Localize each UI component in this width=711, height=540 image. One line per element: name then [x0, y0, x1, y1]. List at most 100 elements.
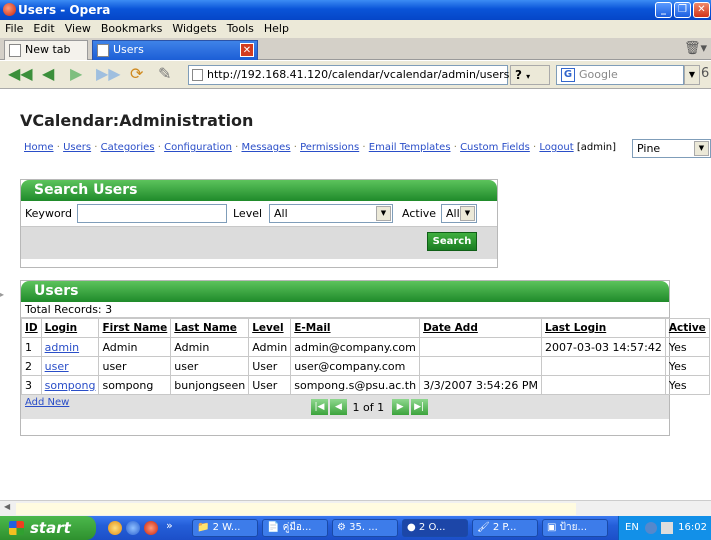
table-header-row: ID Login First Name Last Name Level E-Ma… [21, 318, 710, 338]
fast-forward-icon[interactable]: ▶▶ [96, 65, 121, 83]
active-select[interactable]: All ▼ [441, 204, 477, 223]
close-window-button[interactable]: ✕ [693, 2, 710, 18]
trash-icon[interactable]: 🗑▾ [684, 41, 707, 56]
taskbar-folder[interactable]: 📁 2 W... [192, 519, 258, 537]
edit-icon[interactable]: ✎ [158, 65, 171, 83]
language-indicator[interactable]: EN [625, 516, 639, 540]
search-button-row: Search [21, 227, 497, 259]
google-icon: G [561, 68, 575, 82]
taskbar-doc[interactable]: 📄 คู่มือ... [262, 519, 328, 537]
login-link[interactable]: user [45, 360, 69, 373]
taskbar-paint[interactable]: 🖌 2 P... [472, 519, 538, 537]
login-link[interactable]: admin [45, 341, 79, 354]
users-table: ID Login First Name Last Name Level E-Ma… [21, 318, 710, 395]
scrollbar-thumb[interactable] [16, 503, 576, 515]
quicklaunch-icon[interactable] [108, 521, 122, 535]
cell-last-login [541, 356, 666, 376]
more-icon[interactable]: » [166, 519, 173, 532]
cell-login: sompong [40, 375, 100, 395]
col-date-add[interactable]: Date Add [419, 318, 543, 338]
taskbar-label: 35. ... [349, 522, 378, 533]
site-info-button[interactable]: ? ▾ [510, 65, 550, 85]
nav-logout-link[interactable]: Logout [539, 142, 573, 153]
style-select[interactable]: Pine ▼ [632, 139, 711, 158]
last-page-icon[interactable]: ▶| [410, 399, 428, 415]
address-bar[interactable]: http://192.168.41.120/calendar/vcalendar… [188, 65, 534, 85]
menu-bookmarks[interactable]: Bookmarks [96, 22, 167, 35]
search-engine-input[interactable]: G Google [556, 65, 684, 85]
nav-custom-fields-link[interactable]: Custom Fields [460, 142, 530, 153]
page-title: VCalendar:Administration [20, 111, 254, 130]
col-last-name[interactable]: Last Name [170, 318, 250, 338]
close-tab-icon[interactable]: ✕ [240, 43, 254, 57]
keyword-input[interactable] [77, 204, 227, 223]
page-content: VCalendar:Administration Home · Users · … [10, 90, 711, 500]
menu-file[interactable]: File [0, 22, 28, 35]
taskbar-image[interactable]: ▣ ป้าย... [542, 519, 608, 537]
nav-permissions-link[interactable]: Permissions [300, 142, 359, 153]
forward-icon[interactable]: ▶ [70, 65, 82, 83]
col-login[interactable]: Login [40, 318, 100, 338]
prev-page-icon[interactable]: ◀ [330, 399, 347, 415]
col-last-login[interactable]: Last Login [541, 318, 666, 338]
cell-first-name: Admin [98, 337, 172, 357]
tab-new-tab[interactable]: New tab [4, 40, 88, 60]
start-button[interactable]: start [0, 516, 96, 540]
add-new-link[interactable]: Add New [25, 397, 69, 408]
maximize-button[interactable]: ❐ [674, 2, 691, 18]
page-icon [9, 44, 21, 57]
menu-tools[interactable]: Tools [222, 22, 259, 35]
cell-level: Admin [248, 337, 292, 357]
login-link[interactable]: sompong [45, 379, 96, 392]
table-row: 3 sompong sompong bunjongseen User sompo… [21, 375, 710, 395]
nav-users-link[interactable]: Users [63, 142, 91, 153]
menu-bar: File Edit View Bookmarks Widgets Tools Help [0, 20, 711, 38]
menu-edit[interactable]: Edit [28, 22, 59, 35]
taskbar-app[interactable]: ⚙ 35. ... [332, 519, 398, 537]
taskbar-opera[interactable]: ● 2 O... [402, 519, 468, 537]
col-id[interactable]: ID [21, 318, 42, 338]
nav-home-link[interactable]: Home [24, 142, 54, 153]
admin-nav: Home · Users · Categories · Configuratio… [24, 142, 616, 153]
search-button[interactable]: Search [427, 232, 477, 251]
zoom-icon[interactable]: 6 [701, 65, 709, 83]
menu-view[interactable]: View [60, 22, 96, 35]
menu-widgets[interactable]: Widgets [167, 22, 221, 35]
next-page-icon[interactable]: ▶ [391, 399, 409, 415]
taskbar-label: 2 W... [212, 522, 241, 533]
nav-messages-link[interactable]: Messages [241, 142, 290, 153]
table-row: 2 user user user User user@company.com Y… [21, 356, 710, 376]
active-label: Active [402, 207, 437, 220]
rewind-icon[interactable]: ◀◀ [8, 65, 33, 83]
col-active[interactable]: Active [664, 318, 710, 338]
system-tray: EN 16:02 [618, 516, 711, 540]
col-level[interactable]: Level [248, 318, 292, 338]
reload-icon[interactable]: ⟳ [130, 65, 143, 83]
panel-grip-icon[interactable]: ▸ [0, 290, 8, 302]
menu-help[interactable]: Help [259, 22, 294, 35]
keyword-label: Keyword [25, 207, 72, 220]
level-select[interactable]: All ▼ [269, 204, 393, 223]
tray-icon[interactable] [661, 522, 673, 534]
col-first-name[interactable]: First Name [98, 318, 172, 338]
taskbar-label: 2 O... [418, 522, 446, 533]
chevron-down-icon: ▼ [376, 206, 391, 221]
cell-login: user [40, 356, 100, 376]
nav-categories-link[interactable]: Categories [101, 142, 155, 153]
first-page-icon[interactable]: |◀ [311, 399, 328, 415]
search-engine-dropdown[interactable]: ▼ [684, 65, 700, 85]
cell-id: 3 [21, 375, 42, 395]
horizontal-scrollbar[interactable]: ◀ [0, 500, 711, 516]
back-icon[interactable]: ◀ [42, 65, 54, 83]
opera-window: Users - Opera _ ❐ ✕ File Edit View Bookmark… [0, 0, 711, 540]
ie-icon[interactable] [126, 521, 140, 535]
nav-configuration-link[interactable]: Configuration [164, 142, 232, 153]
cell-active: Yes [664, 356, 710, 376]
tab-users[interactable]: Users ✕ [92, 40, 258, 60]
opera-icon[interactable] [144, 521, 158, 535]
nav-email-templates-link[interactable]: Email Templates [369, 142, 451, 153]
col-email[interactable]: E-Mail [290, 318, 421, 338]
scroll-left-icon[interactable]: ◀ [4, 502, 10, 511]
minimize-button[interactable]: _ [655, 2, 672, 18]
cell-last-login [541, 375, 666, 395]
